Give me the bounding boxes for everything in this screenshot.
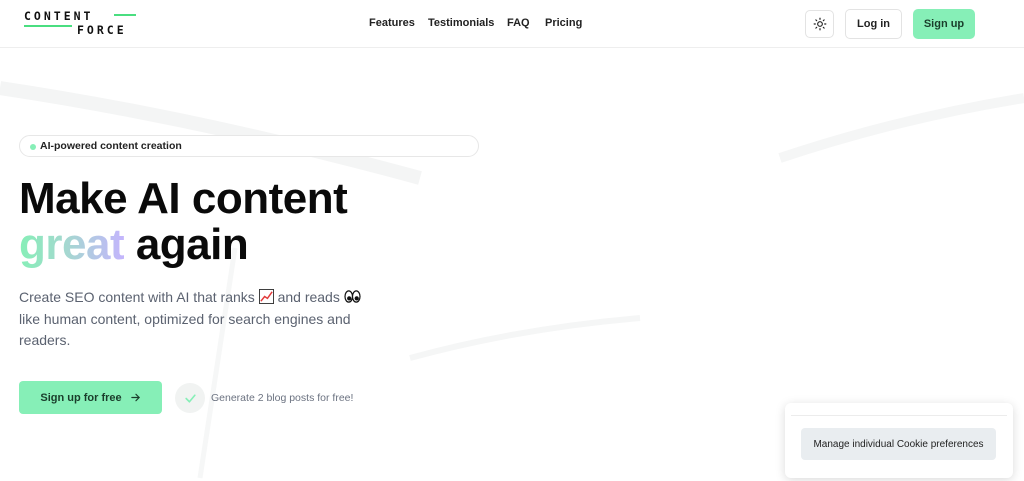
check-badge: [175, 383, 205, 413]
free-posts-note: Generate 2 blog posts for free!: [211, 392, 354, 404]
subtitle-text-2: and reads: [273, 289, 344, 305]
sun-icon: [813, 17, 826, 31]
subtitle-text-1: Create SEO content with AI that ranks: [19, 289, 259, 305]
chart-increasing-icon: [258, 289, 274, 304]
site-header: CONTENT FORCE Features Testimonials FAQ …: [0, 0, 1024, 48]
nav-pricing[interactable]: Pricing: [545, 17, 582, 29]
hero-subtitle: Create SEO content with AI that ranks an…: [19, 287, 364, 352]
arrow-right-icon: [130, 393, 140, 402]
signup-free-button[interactable]: Sign up for free: [19, 381, 162, 414]
nav-faq[interactable]: FAQ: [507, 17, 530, 29]
ai-badge: AI-powered content creation: [19, 135, 479, 157]
subtitle-text-3: like human content, optimized for search…: [19, 310, 351, 349]
hero-title-highlight: great: [19, 220, 125, 269]
cookie-divider: [791, 415, 1007, 416]
hero-title-line2: again: [124, 220, 249, 269]
hero-title-line1: Make AI content: [19, 174, 348, 223]
nav-features[interactable]: Features: [369, 17, 415, 29]
status-dot: [30, 144, 36, 150]
signup-button[interactable]: Sign up: [913, 9, 975, 39]
check-icon: [184, 393, 196, 403]
cta-label: Sign up for free: [40, 391, 122, 404]
eyes-icon: [344, 290, 361, 303]
manage-cookie-preferences-button[interactable]: Manage individual Cookie preferences: [801, 428, 996, 460]
login-button[interactable]: Log in: [845, 9, 902, 39]
theme-toggle-button[interactable]: [805, 10, 834, 38]
hero-title: Make AI content great again: [19, 174, 348, 269]
nav-testimonials[interactable]: Testimonials: [428, 17, 494, 29]
badge-label: AI-powered content creation: [40, 140, 182, 152]
cookie-popup: Manage individual Cookie preferences: [785, 403, 1013, 478]
